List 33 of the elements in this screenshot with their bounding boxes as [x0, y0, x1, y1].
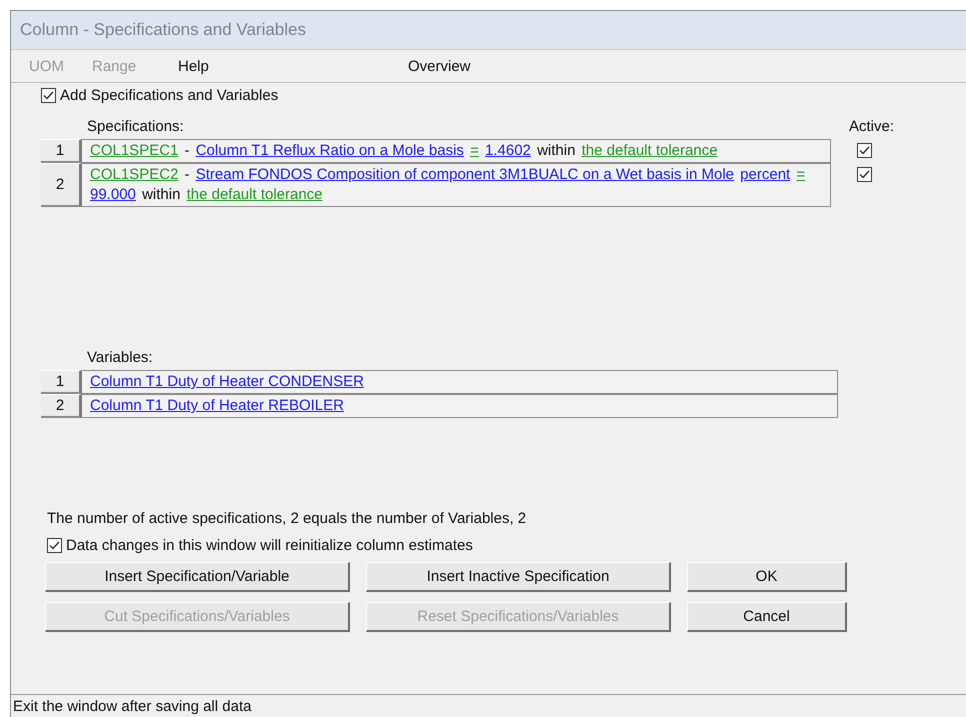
section-label: Specifications: — [87, 118, 184, 135]
summary-text: The number of active specifications, 2 equals the number of Variables, 2 — [47, 510, 528, 527]
spec-link[interactable]: percent — [740, 166, 790, 183]
dialog-button[interactable]: Insert Specification/Variable — [45, 562, 350, 592]
spec-link[interactable]: 1.4602 — [485, 142, 531, 159]
checkbox[interactable] — [856, 167, 872, 182]
checkbox[interactable] — [47, 538, 62, 553]
checkbox-label: Add Specifications and Variables — [60, 87, 278, 104]
column-label: Active: — [848, 118, 894, 135]
row-number: 2 — [41, 394, 82, 418]
spec-text: - — [184, 142, 190, 159]
variable-link[interactable]: Column T1 Duty of Heater REBOILER — [90, 397, 344, 414]
row-number: 1 — [41, 139, 82, 163]
spec-text: within — [537, 142, 576, 159]
section-label: Variables: — [87, 349, 154, 366]
dialog-button[interactable]: OK — [687, 562, 847, 592]
variable-link[interactable]: Column T1 Duty of Heater CONDENSER — [90, 373, 364, 390]
spec-text: - — [184, 166, 190, 183]
row-number: 1 — [41, 370, 82, 394]
dialog-button[interactable]: Cancel — [687, 602, 847, 632]
menu-item[interactable]: Overview — [408, 58, 508, 74]
dialog-button[interactable]: Insert Inactive Specification — [366, 562, 671, 592]
spec-link[interactable]: 99.000 — [90, 186, 136, 203]
spec-text: within — [142, 186, 180, 203]
checkbox[interactable] — [856, 143, 872, 158]
checkbox[interactable] — [41, 88, 56, 103]
window-title: Column - Specifications and Variables — [11, 11, 966, 50]
status-bar: Exit the window after saving all data — [11, 694, 966, 717]
spec-link[interactable]: Column T1 Reflux Ratio on a Mole basis — [196, 142, 464, 159]
row-number: 2 — [41, 163, 82, 207]
checkbox-label: Data changes in this window will reinitialize column estimates — [66, 537, 473, 554]
spec-link[interactable]: Stream FONDOS Composition of component 3M1BUALC on a Wet basis in Mole — [196, 166, 734, 183]
menu-item[interactable]: Help — [178, 58, 408, 74]
